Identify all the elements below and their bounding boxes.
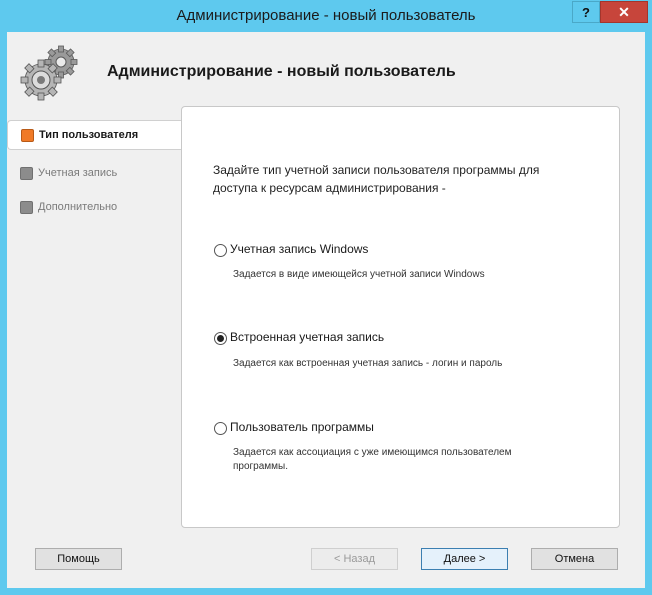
option-description: Задается как встроенная учетная запись -… <box>233 358 503 369</box>
title-bar[interactable]: Администрирование - новый пользователь ?… <box>0 0 652 32</box>
step-label: Учетная запись <box>38 167 118 179</box>
step-inactive-icon <box>20 166 33 180</box>
step-label: Дополнительно <box>38 201 118 213</box>
step-label: Тип пользователя <box>39 129 139 141</box>
window-title: Администрирование - новый пользователь <box>176 7 476 24</box>
close-icon: ✕ <box>618 3 630 20</box>
next-button[interactable]: Далее > <box>421 548 508 570</box>
radio-builtin-account[interactable] <box>214 332 227 345</box>
help-title-button[interactable]: ? <box>572 1 600 23</box>
option-label[interactable]: Учетная запись Windows <box>230 242 368 256</box>
cancel-button[interactable]: Отмена <box>531 548 618 570</box>
page-title: Администрирование - новый пользователь <box>107 63 456 80</box>
intro-text: Задайте тип учетной записи пользователя … <box>213 163 540 195</box>
back-button[interactable]: < Назад <box>311 548 398 570</box>
dialog-client-area: Администрирование - новый пользователь Т… <box>7 32 645 588</box>
option-description: Задается как ассоциация с уже имеющимся … <box>233 447 512 472</box>
step-inactive-icon <box>20 200 33 214</box>
gears-icon <box>20 45 78 101</box>
step-account[interactable]: Учетная запись <box>7 156 182 190</box>
radio-windows-account[interactable] <box>214 244 227 257</box>
step-user-type[interactable]: Тип пользователя <box>7 120 182 150</box>
option-label[interactable]: Пользователь программы <box>230 420 374 434</box>
wizard-steps: Тип пользователя Учетная запись Дополнит… <box>7 120 182 224</box>
option-label[interactable]: Встроенная учетная запись <box>230 330 384 344</box>
content-panel: Задайте тип учетной записи пользователя … <box>181 106 620 528</box>
step-active-icon <box>21 128 34 142</box>
step-additional[interactable]: Дополнительно <box>7 190 182 224</box>
help-button[interactable]: Помощь <box>35 548 122 570</box>
radio-program-user[interactable] <box>214 422 227 435</box>
option-description: Задается в виде имеющейся учетной записи… <box>233 269 485 280</box>
close-button[interactable]: ✕ <box>600 1 648 23</box>
